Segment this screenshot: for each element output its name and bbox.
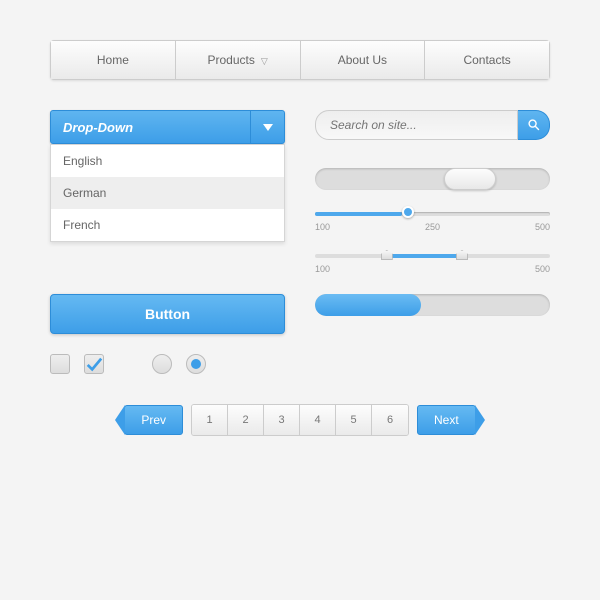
range-labels: 100 500 [315, 264, 550, 274]
radio-checked[interactable] [186, 354, 206, 374]
slider-knob[interactable] [402, 206, 414, 218]
pager-pages: 1 2 3 4 5 6 [191, 404, 409, 436]
slider-fill [315, 212, 402, 216]
pager-next-button[interactable]: Next [417, 405, 476, 435]
check-icon [85, 355, 103, 373]
slider-max: 500 [535, 222, 550, 232]
radio-unchecked[interactable] [152, 354, 172, 374]
checkbox-group [50, 354, 206, 374]
pager-page-6[interactable]: 6 [372, 405, 408, 435]
slider[interactable]: 100 250 500 [315, 212, 550, 232]
pager-page-4[interactable]: 4 [300, 405, 336, 435]
progress-fill [315, 294, 421, 316]
slider-mid: 250 [425, 222, 440, 232]
toggle-knob[interactable] [444, 168, 496, 190]
pagination: Prev 1 2 3 4 5 6 Next [50, 404, 550, 436]
slider-labels: 100 250 500 [315, 222, 550, 232]
dropdown-arrow-icon [250, 111, 284, 143]
range-min: 100 [315, 264, 330, 274]
pager-page-5[interactable]: 5 [336, 405, 372, 435]
main-button[interactable]: Button [50, 294, 285, 334]
dropdown-label: Drop-Down [51, 111, 250, 143]
nav-home[interactable]: Home [51, 41, 176, 79]
search [315, 110, 550, 140]
dropdown-menu: English German French [50, 144, 285, 242]
pager-page-2[interactable]: 2 [228, 405, 264, 435]
dropdown-option-english[interactable]: English [51, 145, 284, 177]
range-slider[interactable]: 100 500 [315, 254, 550, 274]
range-knob-to[interactable] [456, 250, 468, 260]
toggle-switch[interactable] [315, 168, 550, 190]
dropdown: Drop-Down English German French [50, 110, 285, 242]
nav-about[interactable]: About Us [301, 41, 426, 79]
nav-products-label: Products [207, 53, 254, 67]
range-max: 500 [535, 264, 550, 274]
slider-min: 100 [315, 222, 330, 232]
checkbox-unchecked[interactable] [50, 354, 70, 374]
pager-page-3[interactable]: 3 [264, 405, 300, 435]
progress-bar [315, 294, 550, 316]
search-icon [527, 118, 541, 132]
pager-prev-button[interactable]: Prev [124, 405, 183, 435]
range-knob-from[interactable] [381, 250, 393, 260]
search-button[interactable] [518, 110, 550, 140]
dropdown-button[interactable]: Drop-Down [50, 110, 285, 144]
nav-products[interactable]: Products ▽ [176, 41, 301, 79]
checkbox-checked[interactable] [84, 354, 104, 374]
dropdown-option-german[interactable]: German [51, 177, 284, 209]
search-input[interactable] [315, 110, 518, 140]
chevron-down-icon: ▽ [261, 56, 268, 66]
nav-contacts[interactable]: Contacts [425, 41, 549, 79]
range-fill [386, 254, 461, 258]
main-nav: Home Products ▽ About Us Contacts [50, 40, 550, 80]
dropdown-option-french[interactable]: French [51, 209, 284, 241]
pager-page-1[interactable]: 1 [192, 405, 228, 435]
